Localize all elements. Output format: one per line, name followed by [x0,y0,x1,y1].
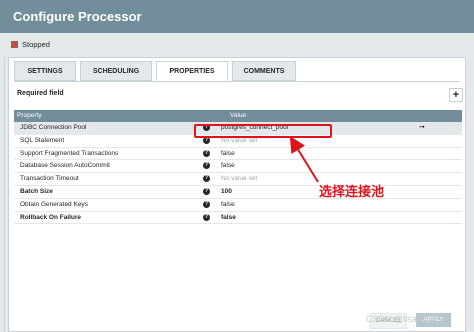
annotation-arrow-icon [289,136,319,183]
annotation-label: 选择连接池 [319,184,385,199]
watermark: CSDN @lisacumt [366,314,437,324]
